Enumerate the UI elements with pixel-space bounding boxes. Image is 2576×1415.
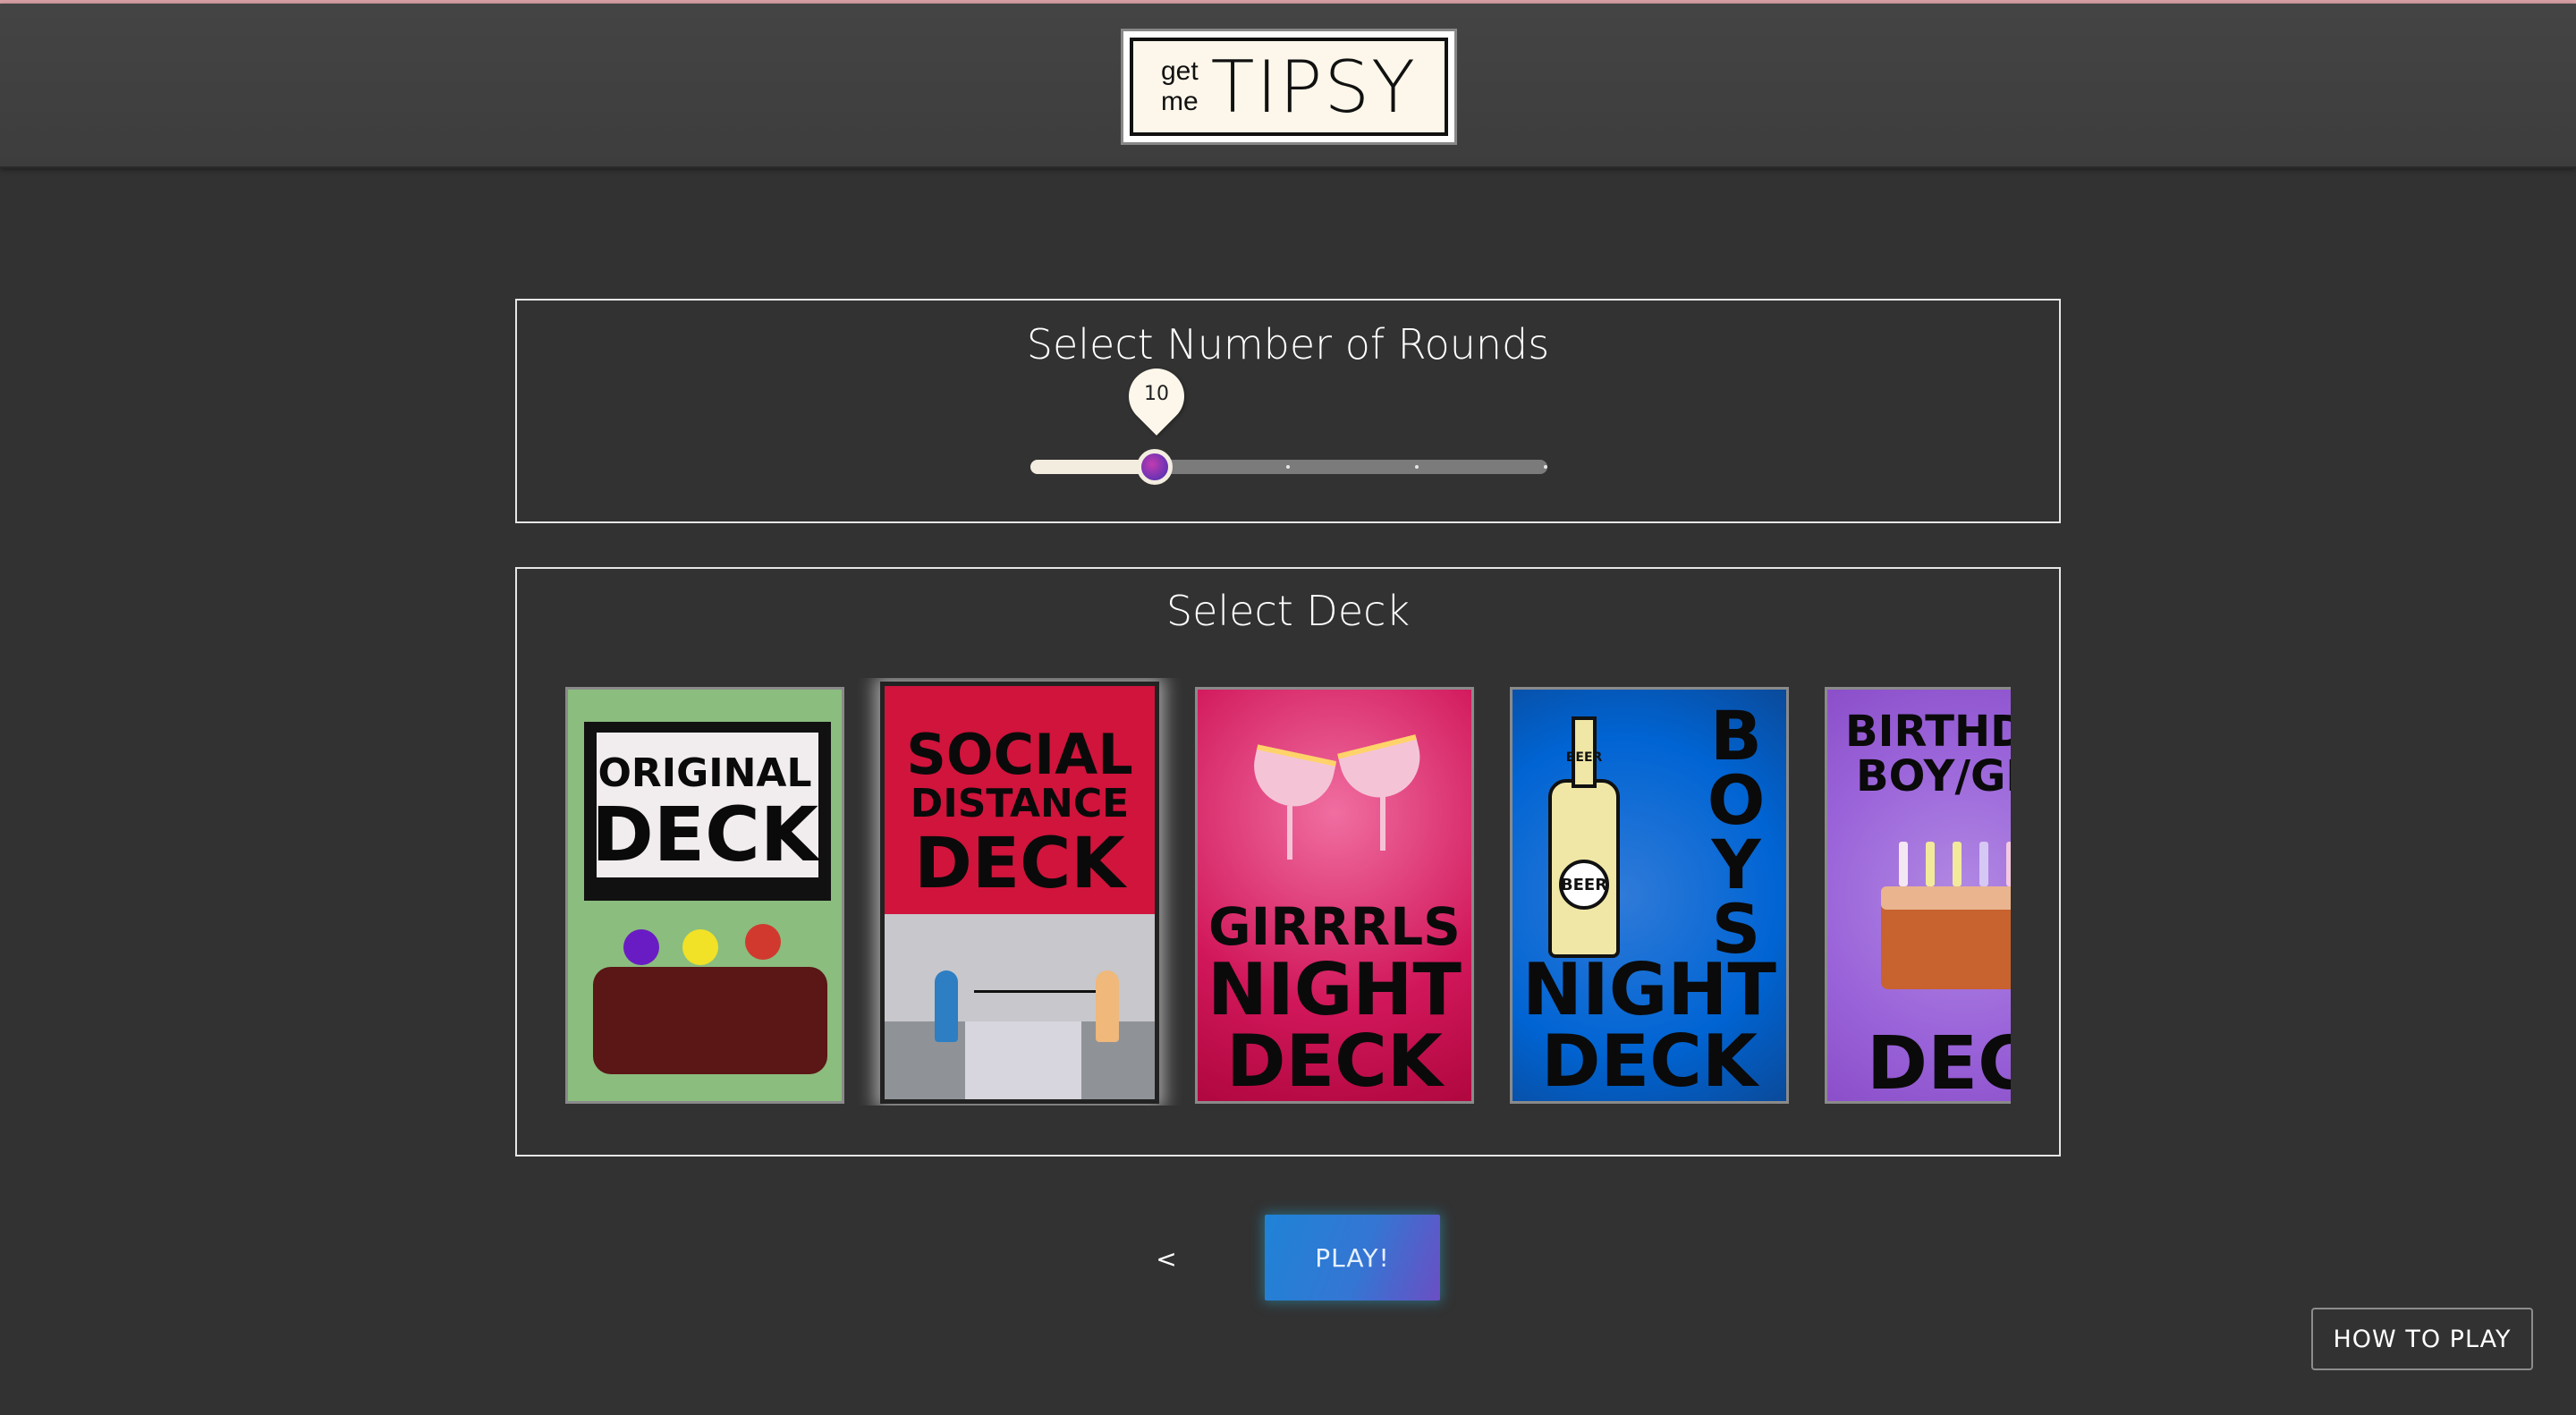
person-icon	[623, 929, 659, 965]
candle-icon	[1953, 842, 1962, 886]
deck-card-boys-night[interactable]: BEER BEER BOYS NIGHT DECK	[1510, 687, 1789, 1104]
deck-title-line3: DECK	[1226, 1020, 1443, 1103]
logo-frame: get me TIPSY	[1130, 38, 1448, 136]
deck-title-line1: GIRRRLS	[1208, 896, 1461, 957]
glass-stem	[1380, 797, 1385, 851]
deck-title-line3: DECK	[914, 824, 1125, 904]
deck-title-line1: SOCIAL	[906, 722, 1133, 787]
road-crossing	[965, 1021, 1081, 1099]
deck-title-line2: DISTANCE	[910, 781, 1130, 826]
distance-arrow-icon	[974, 990, 1099, 993]
logo-small-text: get me	[1161, 56, 1199, 117]
person-orange-icon	[1096, 970, 1119, 1042]
rounds-value-label: 10	[1144, 383, 1169, 405]
logo[interactable]: get me TIPSY	[1121, 29, 1457, 145]
deck-title-line2: NIGHT	[1522, 948, 1776, 1031]
beer-bottle-icon: BEER BEER	[1548, 716, 1620, 958]
deck-title-line3: DECK	[1867, 1021, 2011, 1104]
candle-icon	[1899, 842, 1908, 886]
deck-card-birthday[interactable]: BIRTHDA BOY/GI DECK	[1825, 687, 2011, 1104]
margarita-glass-icon	[1246, 744, 1337, 814]
deck-card-original[interactable]: ORIGINAL DECK	[565, 687, 844, 1104]
deck-title-line1: BIRTHDA	[1845, 707, 2011, 757]
rounds-slider-track[interactable]	[1030, 460, 1547, 474]
deck-title: Select Deck	[1165, 587, 1411, 635]
deck-card-social-distance[interactable]: SOCIAL DISTANCE DECK	[880, 682, 1159, 1104]
person-blue-icon	[935, 970, 958, 1042]
logo-title: TIPSY	[1210, 45, 1418, 129]
person-icon	[682, 929, 718, 965]
deck-title-line1: ORIGINAL	[597, 750, 812, 796]
prev-button[interactable]: <	[1148, 1236, 1184, 1281]
deck-card-girls-night[interactable]: GIRRRLS NIGHT DECK	[1195, 687, 1474, 1104]
deck-title-line2: DECK	[591, 791, 818, 878]
slider-tick	[1544, 465, 1547, 469]
deck-title-line1: BOYS	[1707, 696, 1766, 969]
slider-tick	[1286, 465, 1290, 469]
logo-get: get	[1160, 56, 1199, 86]
logo-me: me	[1160, 87, 1199, 116]
app-header: get me TIPSY	[0, 4, 2576, 168]
bottle-label-text: BEER	[1560, 876, 1608, 894]
couch-illustration	[593, 967, 827, 1074]
rounds-panel: Select Number of Rounds 10	[515, 299, 2061, 523]
glass-stem	[1287, 806, 1292, 860]
candle-icon	[1926, 842, 1935, 886]
margarita-glass-icon	[1337, 734, 1428, 806]
bottle-top-text: BEER	[1565, 750, 1603, 765]
deck-panel: Select Deck ORIGINAL DECK SOCIAL DISTANC…	[515, 567, 2061, 1157]
deck-carousel[interactable]: ORIGINAL DECK SOCIAL DISTANCE DECK GIRRR	[565, 678, 2011, 1106]
deck-title-line3: DECK	[1541, 1020, 1758, 1103]
deck-title-line2: NIGHT	[1208, 948, 1462, 1031]
play-button[interactable]: PLAY!	[1265, 1215, 1440, 1301]
cake-icing	[1881, 886, 2011, 910]
rounds-title: Select Number of Rounds	[1026, 320, 1550, 369]
deck-title-line2: BOY/GI	[1856, 751, 2011, 801]
slider-tick	[1415, 465, 1419, 469]
how-to-play-button[interactable]: HOW TO PLAY	[2311, 1308, 2533, 1370]
candle-icon	[1979, 842, 1988, 886]
rounds-slider-thumb[interactable]	[1137, 449, 1173, 485]
person-icon	[745, 924, 781, 960]
candle-icon	[2006, 842, 2011, 886]
